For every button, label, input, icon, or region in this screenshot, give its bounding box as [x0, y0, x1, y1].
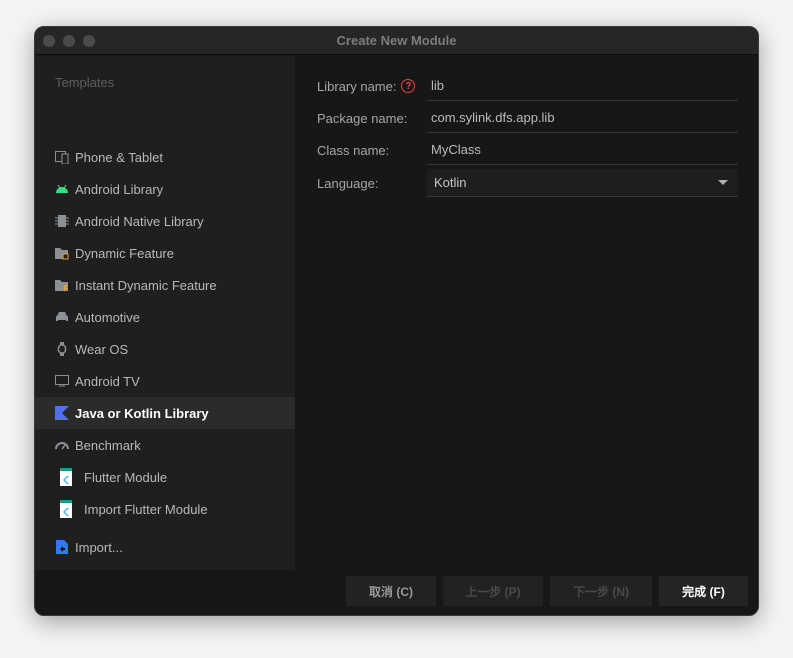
- import-label: Import...: [75, 539, 123, 555]
- templates-header: Templates: [55, 75, 115, 90]
- sidebar-item-label: Phone & Tablet: [75, 149, 163, 165]
- package-name-input[interactable]: [427, 103, 738, 133]
- sidebar-item-dynamic-feature[interactable]: Dynamic Feature: [35, 237, 295, 269]
- language-label: Language:: [317, 175, 379, 191]
- class-name-input[interactable]: [427, 135, 738, 165]
- sidebar-item-android-tv[interactable]: Android TV: [35, 365, 295, 397]
- dialog-window: Create New Module Templates Phone & Tabl…: [34, 26, 759, 616]
- sidebar-item-benchmark[interactable]: Benchmark: [35, 429, 295, 461]
- chip-icon: [55, 214, 69, 228]
- class-name-label: Class name:: [317, 142, 390, 158]
- form-panel: Library name:? Package name: Class name:…: [295, 56, 758, 570]
- package-name-label: Package name:: [317, 110, 408, 126]
- window-title: Create New Module: [336, 33, 457, 48]
- android-icon: [55, 182, 69, 196]
- sidebar-item-label: Flutter Module: [84, 469, 168, 485]
- library-name-label: Library name:: [317, 78, 397, 94]
- next-button[interactable]: 下一步 (N): [550, 576, 652, 606]
- dialog-footer: 取消 (C) 上一步 (P) 下一步 (N) 完成 (F): [35, 568, 758, 615]
- library-name-input[interactable]: [427, 71, 738, 101]
- kotlin-icon: [55, 406, 69, 420]
- folder-module-icon: [55, 246, 69, 260]
- finish-button[interactable]: 完成 (F): [659, 576, 748, 606]
- sidebar-item-label: Dynamic Feature: [75, 245, 174, 261]
- sidebar-item-wear-os[interactable]: Wear OS: [35, 333, 295, 365]
- watch-icon: [55, 342, 69, 356]
- sidebar-item-label: Import Flutter Module: [84, 501, 208, 517]
- import-file-icon: [55, 540, 69, 554]
- previous-button[interactable]: 上一步 (P): [443, 576, 543, 606]
- sidebar-item-import-flutter-module[interactable]: Import Flutter Module: [35, 493, 295, 525]
- sidebar-item-label: Benchmark: [75, 437, 141, 453]
- language-select[interactable]: Kotlin: [427, 169, 738, 197]
- title-bar: Create New Module: [35, 27, 758, 55]
- gauge-icon: [55, 438, 69, 452]
- sidebar-item-label: Android Library: [75, 181, 164, 197]
- sidebar-item-label: Automotive: [75, 309, 141, 325]
- sidebar-item-java-or-kotlin-library[interactable]: Java or Kotlin Library: [35, 397, 295, 429]
- flutter-icon: [60, 500, 72, 518]
- help-icon[interactable]: ?: [401, 79, 416, 93]
- sidebar-item-label: Java or Kotlin Library: [75, 405, 209, 421]
- sidebar-item-label: Android TV: [75, 373, 140, 389]
- phone-tablet-icon: [55, 150, 69, 164]
- car-icon: [55, 310, 69, 324]
- folder-instant-icon: [55, 278, 69, 292]
- sidebar-item-android-native-library[interactable]: Android Native Library: [35, 205, 295, 237]
- templates-sidebar: Templates Phone & Tablet Android Library A…: [35, 56, 295, 570]
- zoom-window-button[interactable]: [83, 35, 95, 47]
- chevron-down-icon: [718, 180, 728, 185]
- flutter-icon: [60, 468, 72, 486]
- sidebar-item-android-library[interactable]: Android Library: [35, 173, 295, 205]
- sidebar-item-phone-tablet[interactable]: Phone & Tablet: [35, 141, 295, 173]
- import-link[interactable]: Import...: [35, 531, 295, 563]
- sidebar-item-flutter-module[interactable]: Flutter Module: [35, 461, 295, 493]
- sidebar-item-label: Wear OS: [75, 341, 129, 357]
- tv-icon: [55, 374, 69, 388]
- cancel-button[interactable]: 取消 (C): [346, 576, 436, 606]
- sidebar-item-automotive[interactable]: Automotive: [35, 301, 295, 333]
- sidebar-item-label: Instant Dynamic Feature: [75, 277, 217, 293]
- minimize-window-button[interactable]: [63, 35, 75, 47]
- sidebar-item-instant-dynamic-feature[interactable]: Instant Dynamic Feature: [35, 269, 295, 301]
- language-value: Kotlin: [434, 175, 467, 190]
- sidebar-item-label: Android Native Library: [75, 213, 204, 229]
- close-window-button[interactable]: [43, 35, 55, 47]
